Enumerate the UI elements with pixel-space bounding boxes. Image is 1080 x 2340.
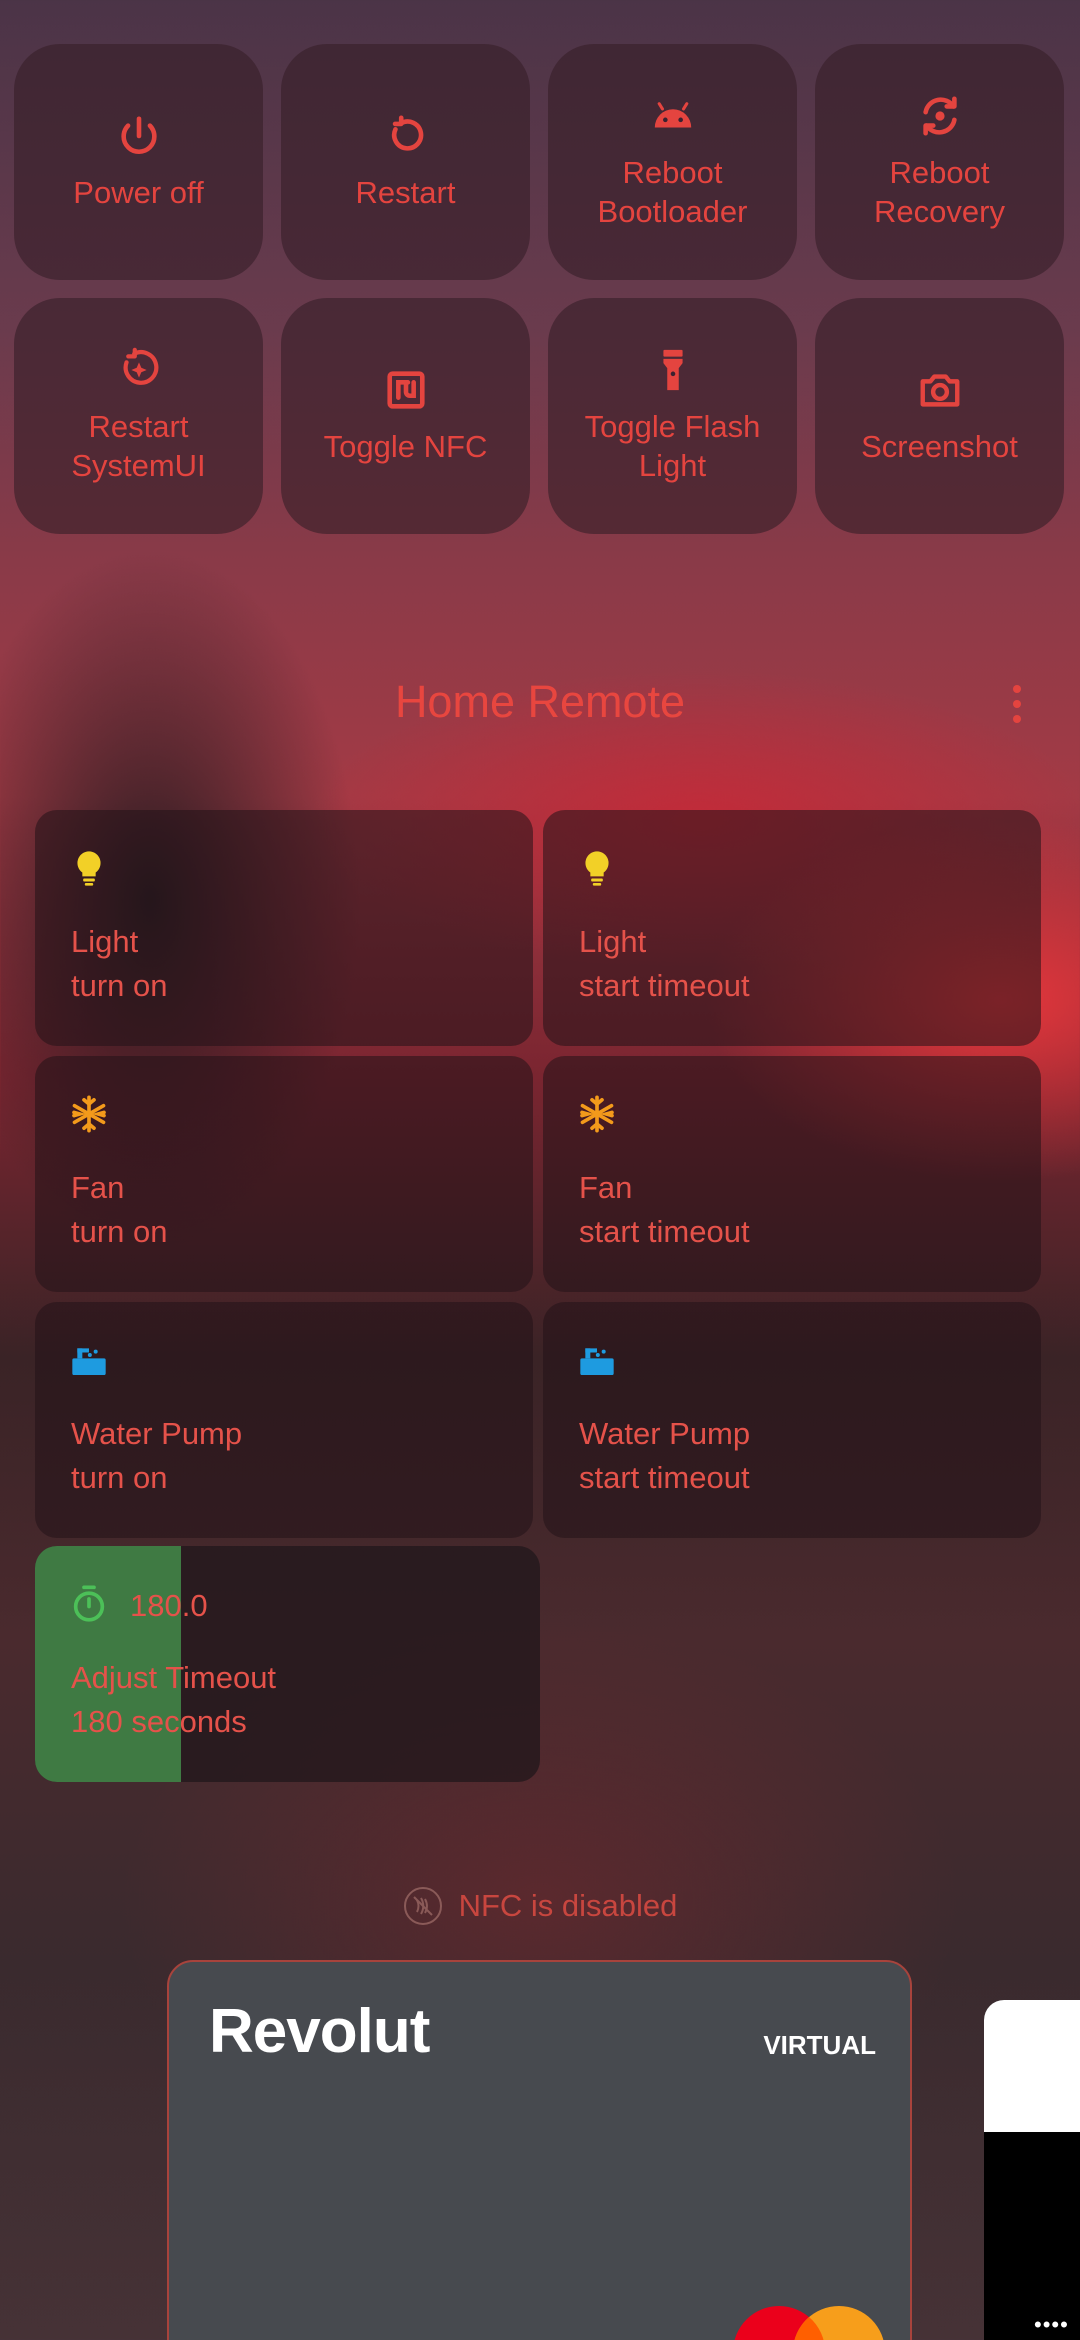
recovery-icon bbox=[922, 96, 957, 136]
lightbulb-icon bbox=[77, 851, 101, 886]
card-brand-logo: Revolut bbox=[209, 1997, 430, 2066]
restart-label: Restart bbox=[355, 174, 456, 210]
restart-systemui-label: Restart SystemUI bbox=[71, 409, 206, 483]
timeout-name: Adjust Timeout bbox=[71, 1660, 277, 1695]
device-action: turn on bbox=[71, 1460, 168, 1495]
nfc-icon bbox=[386, 370, 425, 409]
adjust-timeout-slider[interactable]: 180.0 Adjust Timeout 180 seconds bbox=[35, 1546, 540, 1782]
nfc-disabled-icon bbox=[403, 1887, 442, 1925]
water-pump-icon bbox=[72, 1348, 106, 1375]
nfc-status-row: NFC is disabled bbox=[0, 1886, 1080, 1926]
power-off-label: Power off bbox=[73, 174, 204, 210]
power-off-button[interactable]: Power off bbox=[14, 44, 263, 280]
secondary-card-top bbox=[984, 2000, 1080, 2132]
restart-systemui-button[interactable]: Restart SystemUI bbox=[14, 298, 263, 534]
device-action: start timeout bbox=[579, 1460, 750, 1495]
device-action: turn on bbox=[71, 968, 168, 1003]
water-pump-icon bbox=[580, 1348, 614, 1375]
home-remote-title: Home Remote bbox=[394, 676, 686, 727]
light-start-timeout-card[interactable]: Light start timeout bbox=[543, 810, 1041, 1046]
restart-icon bbox=[391, 114, 423, 151]
card-type-label: VIRTUAL bbox=[763, 2030, 876, 2060]
water-pump-start-timeout-card[interactable]: Water Pump start timeout bbox=[543, 1302, 1041, 1538]
systemui-icon bbox=[123, 347, 158, 385]
device-name: Water Pump bbox=[579, 1416, 751, 1451]
toggle-flashlight-label: Toggle Flash Light bbox=[584, 409, 761, 483]
device-name: Water Pump bbox=[71, 1416, 243, 1451]
device-name: Light bbox=[579, 924, 647, 959]
revolut-payment-card[interactable]: Revolut VIRTUAL bbox=[167, 1960, 912, 2340]
fan-start-timeout-card[interactable]: Fan start timeout bbox=[543, 1056, 1041, 1292]
power-icon bbox=[120, 115, 157, 154]
timeout-value: 180.0 bbox=[130, 1588, 208, 1623]
device-action: start timeout bbox=[579, 1214, 750, 1249]
power-menu-grid: Power off Restart Reboot Bootloader Rebo… bbox=[14, 44, 1066, 534]
device-name: Light bbox=[71, 924, 139, 959]
screenshot-label: Screenshot bbox=[861, 428, 1018, 464]
fan-icon bbox=[72, 1095, 106, 1133]
toggle-flashlight-button[interactable]: Toggle Flash Light bbox=[548, 298, 797, 534]
android-icon bbox=[654, 102, 691, 128]
device-name: Fan bbox=[71, 1170, 125, 1205]
device-name: Fan bbox=[579, 1170, 633, 1205]
device-action: turn on bbox=[71, 1214, 168, 1249]
restart-button[interactable]: Restart bbox=[281, 44, 530, 280]
reboot-recovery-label: Reboot Recovery bbox=[874, 155, 1005, 229]
toggle-nfc-label: Toggle NFC bbox=[323, 428, 488, 464]
more-options-icon[interactable] bbox=[1006, 684, 1028, 724]
screenshot-button[interactable]: Screenshot bbox=[815, 298, 1064, 534]
fan-turn-on-card[interactable]: Fan turn on bbox=[35, 1056, 533, 1292]
flashlight-icon bbox=[662, 349, 683, 391]
timeout-detail: 180 seconds bbox=[71, 1704, 247, 1739]
reboot-recovery-button[interactable]: Reboot Recovery bbox=[815, 44, 1064, 280]
secondary-payment-card[interactable]: •••• bbox=[984, 2000, 1080, 2340]
lightbulb-icon bbox=[585, 851, 609, 886]
nfc-status-text: NFC is disabled bbox=[458, 1888, 678, 1923]
timer-icon bbox=[73, 1585, 105, 1622]
light-turn-on-card[interactable]: Light turn on bbox=[35, 810, 533, 1046]
reboot-bootloader-button[interactable]: Reboot Bootloader bbox=[548, 44, 797, 280]
toggle-nfc-button[interactable]: Toggle NFC bbox=[281, 298, 530, 534]
fan-icon bbox=[580, 1095, 614, 1133]
water-pump-turn-on-card[interactable]: Water Pump turn on bbox=[35, 1302, 533, 1538]
reboot-bootloader-label: Reboot Bootloader bbox=[597, 155, 748, 229]
secondary-card-digits: •••• bbox=[1034, 2312, 1069, 2337]
device-controls-grid: Light turn on Light start timeout Fan tu… bbox=[35, 810, 1045, 1538]
camera-icon bbox=[920, 373, 959, 407]
device-action: start timeout bbox=[579, 968, 750, 1003]
mastercard-logo-icon bbox=[734, 2306, 884, 2340]
